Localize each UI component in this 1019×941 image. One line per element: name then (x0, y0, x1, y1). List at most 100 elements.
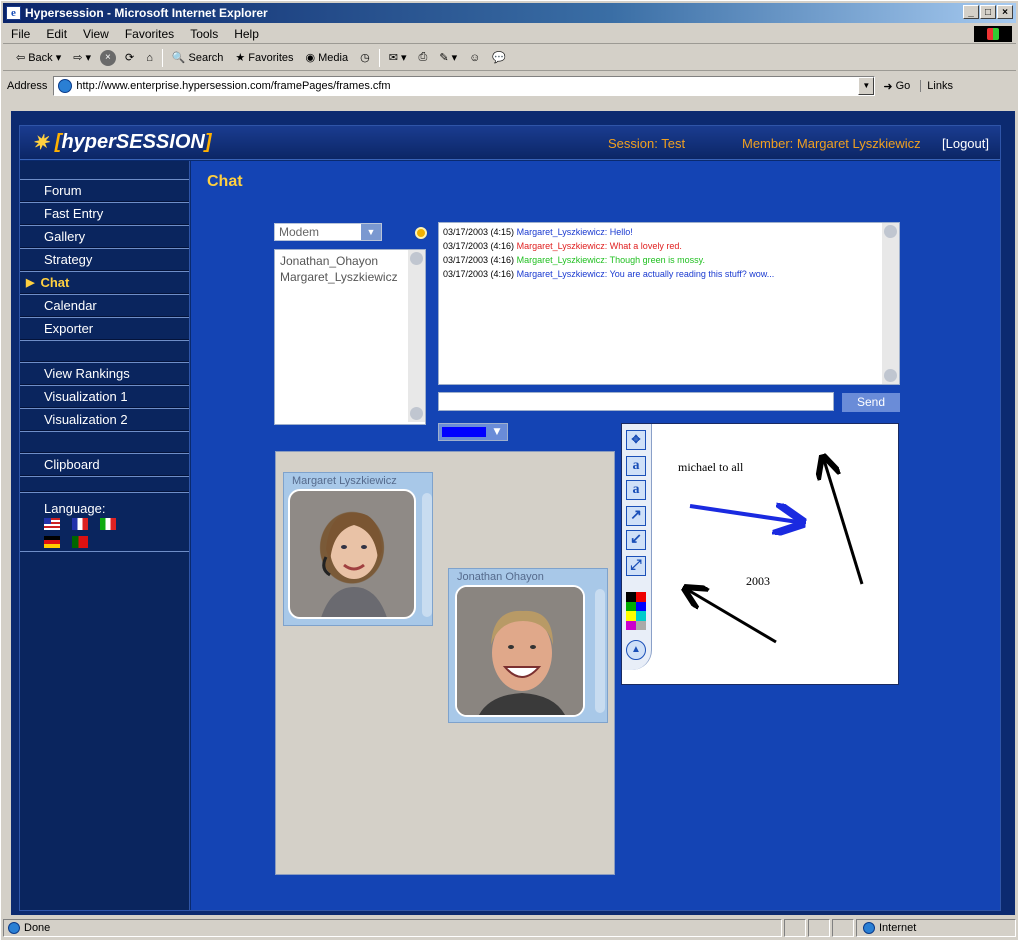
chevron-down-icon[interactable]: ▼ (361, 224, 381, 240)
palette-color[interactable] (636, 592, 646, 602)
text-icon[interactable]: a (626, 456, 646, 476)
connection-select[interactable]: Modem ▼ (274, 223, 382, 241)
portugal-flag-icon[interactable] (72, 536, 88, 548)
stop-icon[interactable]: × (99, 49, 116, 66)
media-button[interactable]: ◉ Media (303, 49, 352, 66)
text-box-icon[interactable]: a (626, 480, 646, 500)
nav-clipboard[interactable]: Clipboard (20, 453, 189, 476)
user-item[interactable]: Jonathan_Ohayon (280, 254, 420, 268)
nav-divider (20, 340, 189, 362)
blue-arrow[interactable] (689, 506, 798, 522)
us-flag-icon[interactable] (44, 518, 60, 530)
portrait-sketch (457, 587, 583, 715)
palette-color[interactable] (636, 611, 646, 621)
nav-chat[interactable]: Chat (20, 271, 189, 294)
menu-favorites[interactable]: Favorites (117, 27, 182, 41)
nav-visualization-1[interactable]: Visualization 1 (20, 385, 189, 408)
window-controls: _ □ × (962, 5, 1013, 19)
menu-edit[interactable]: Edit (38, 27, 75, 41)
scroll-down-icon[interactable] (884, 369, 897, 382)
menu-tools[interactable]: Tools (182, 27, 226, 41)
palette-color[interactable] (626, 620, 636, 630)
palette-color[interactable] (636, 601, 646, 611)
send-button[interactable]: Send (842, 393, 900, 412)
webcam-image (288, 489, 416, 619)
whiteboard-text[interactable]: michael to all (678, 460, 743, 475)
video-window-jonathan[interactable]: Jonathan Ohayon (448, 568, 608, 723)
arrow-both-icon[interactable]: ⤢ (626, 556, 646, 576)
close-button[interactable]: × (997, 5, 1013, 19)
toolbar-separator-2 (378, 48, 380, 67)
france-flag-icon[interactable] (72, 518, 88, 530)
home-icon[interactable]: ⌂ (143, 50, 156, 66)
messenger-icon[interactable]: ☺ (466, 50, 483, 66)
italy-flag-icon[interactable] (100, 518, 116, 530)
nav-exporter[interactable]: Exporter (20, 317, 189, 340)
edit-icon[interactable]: ✎ ▾ (436, 49, 460, 66)
status-cell (832, 919, 854, 937)
palette-color[interactable] (626, 592, 636, 602)
nav-strategy[interactable]: Strategy (20, 248, 189, 271)
menu-view[interactable]: View (75, 27, 117, 41)
message-text: What a lovely red. (609, 241, 682, 251)
forward-button[interactable]: ⇨ ▾ (70, 49, 94, 66)
nav-gallery[interactable]: Gallery (20, 225, 189, 248)
nav-fast-entry[interactable]: Fast Entry (20, 202, 189, 225)
collapse-icon[interactable]: ▲ (626, 640, 646, 660)
nav-calendar[interactable]: Calendar (20, 294, 189, 317)
maximize-button[interactable]: □ (980, 5, 996, 19)
scroll-up-icon[interactable] (884, 225, 897, 238)
scroll-up-icon[interactable] (410, 252, 423, 265)
logout-link[interactable]: [Logout] (942, 136, 989, 151)
chevron-down-icon[interactable]: ▼ (489, 425, 505, 439)
search-button[interactable]: 🔍 Search (169, 49, 227, 66)
links-button[interactable]: Links (920, 80, 953, 92)
minimize-button[interactable]: _ (963, 5, 979, 19)
standard-toolbar: ⇦ Back ▾ ⇨ ▾ × ⟳ ⌂ 🔍 Search ★ Favorites ◉ Me… (3, 45, 1016, 71)
sidebar: Forum Fast Entry Gallery Strategy Chat C… (20, 161, 190, 910)
video-window-margaret[interactable]: Margaret Lyszkiewicz (283, 472, 433, 626)
pen-color-select[interactable]: ▼ (438, 423, 508, 441)
menu-file[interactable]: File (3, 27, 38, 41)
user-list-scrollbar[interactable] (408, 250, 425, 422)
video-scrollbar[interactable] (422, 493, 432, 617)
page-icon (8, 922, 20, 934)
black-arrow[interactable] (688, 590, 777, 644)
germany-flag-icon[interactable] (44, 536, 60, 548)
scroll-down-icon[interactable] (410, 407, 423, 420)
address-dropdown-icon[interactable]: ▼ (858, 77, 875, 95)
chat-log-scrollbar[interactable] (882, 223, 899, 384)
message-text: Hello! (609, 227, 633, 237)
go-button[interactable]: ➜ Go (883, 80, 910, 93)
zone-label: Internet (879, 922, 917, 934)
palette-color[interactable] (626, 601, 636, 611)
black-arrow[interactable] (824, 460, 864, 585)
discuss-icon[interactable]: 💬 (489, 49, 509, 66)
whiteboard-text[interactable]: 2003 (746, 574, 770, 589)
nav-view-rankings[interactable]: View Rankings (20, 362, 189, 385)
status-bar: Done Internet (3, 918, 1016, 938)
arrow-up-right-icon[interactable]: ↗ (626, 506, 646, 526)
menu-help[interactable]: Help (226, 27, 267, 41)
nav-visualization-2[interactable]: Visualization 2 (20, 408, 189, 431)
palette-color[interactable] (636, 620, 646, 630)
palette-color[interactable] (626, 611, 636, 621)
user-item[interactable]: Margaret_Lyszkiewicz (280, 270, 420, 284)
print-icon[interactable]: ⎙ (416, 49, 431, 66)
nav-divider-2 (20, 431, 189, 453)
favorites-button[interactable]: ★ Favorites (232, 49, 296, 66)
mail-icon[interactable]: ✉ ▾ (386, 49, 410, 66)
nav-forum[interactable]: Forum (20, 179, 189, 202)
history-icon[interactable]: ◷ (357, 49, 373, 66)
address-field[interactable]: http://www.enterprise.hypersession.com/f… (53, 76, 876, 96)
color-palette[interactable] (626, 592, 646, 630)
whiteboard-toolbar: ✥ a a ↗ ↙ ⤢ ▲ (622, 424, 652, 670)
favorites-icon: ★ (235, 52, 246, 64)
refresh-icon[interactable]: ⟳ (122, 49, 137, 66)
move-icon[interactable]: ✥ (626, 430, 646, 450)
chat-input[interactable] (438, 392, 834, 411)
whiteboard[interactable]: ✥ a a ↗ ↙ ⤢ ▲ michael to all 2003 (621, 423, 899, 685)
arrow-down-left-icon[interactable]: ↙ (626, 530, 646, 550)
back-button[interactable]: ⇦ Back ▾ (13, 49, 64, 66)
video-scrollbar[interactable] (595, 589, 605, 713)
